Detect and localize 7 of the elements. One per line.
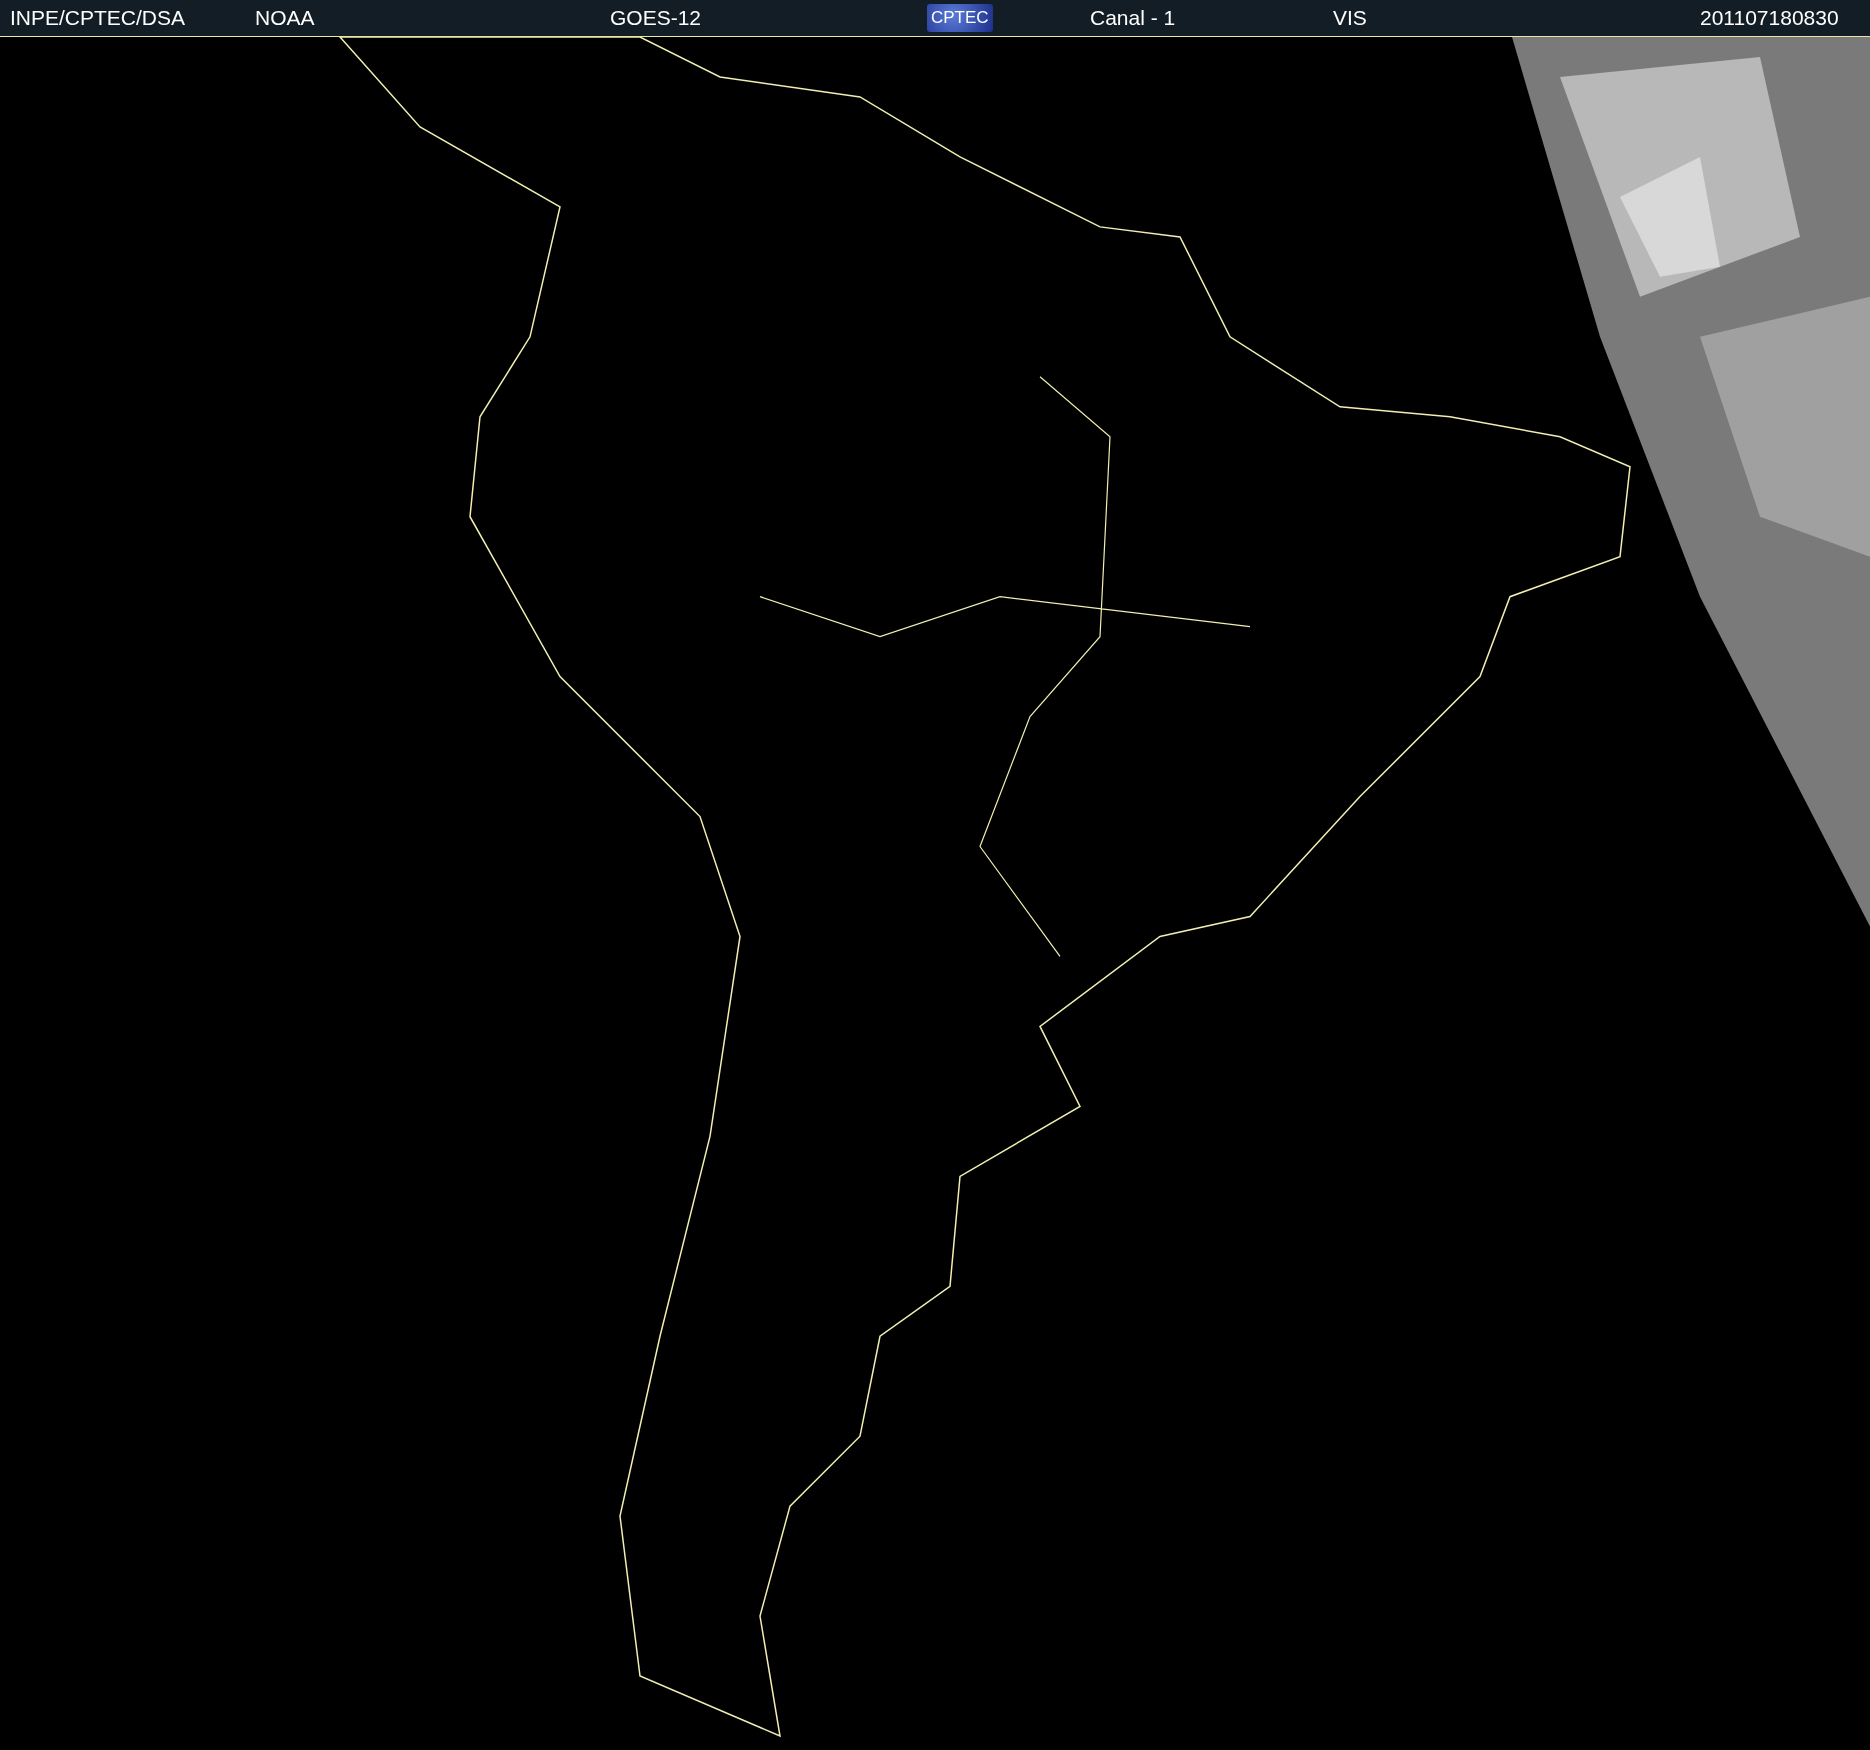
band-label: VIS [1333, 6, 1367, 30]
logo: CPTEC [927, 4, 993, 32]
timestamp-label: 201107180830 [1700, 6, 1839, 30]
source-label: INPE/CPTEC/DSA [10, 6, 186, 30]
channel-label: Canal - 1 [1090, 6, 1176, 30]
satellite-label: GOES-12 [610, 6, 702, 30]
agency-label: NOAA [255, 6, 315, 30]
